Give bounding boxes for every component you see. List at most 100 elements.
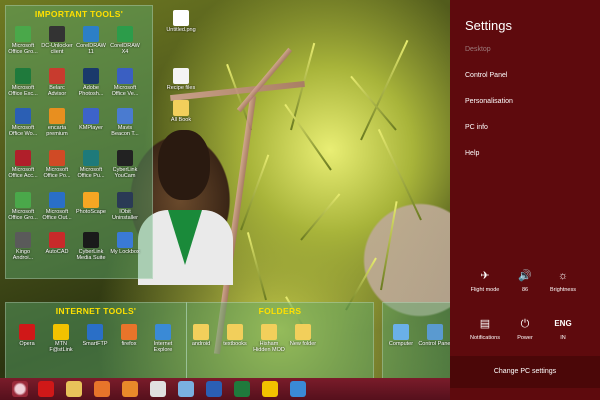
folder-icon[interactable]: textbooks (218, 324, 252, 347)
flight-mode-label: Flight mode (470, 287, 500, 293)
app-icon (83, 68, 99, 84)
desktop-icon-label: Untitled.png (166, 27, 196, 33)
desktop-icon[interactable]: CyberLink Media Suite (74, 232, 108, 261)
desktop-icon[interactable]: Microsoft Office Wo... (6, 108, 40, 137)
desktop-file-icon[interactable]: Untitled.png (164, 10, 198, 33)
word-icon[interactable] (206, 381, 222, 397)
app-icon (49, 26, 65, 42)
excel-icon[interactable] (234, 381, 250, 397)
app-icon (15, 192, 31, 208)
desktop-icon[interactable]: DC-Unlocker client (40, 26, 74, 55)
change-pc-settings-button[interactable]: Change PC settings (450, 356, 600, 388)
app-icon (117, 232, 133, 248)
app-icon (83, 108, 99, 124)
app-icon (87, 324, 103, 340)
internet-tool-icon[interactable]: Internet Explore (146, 324, 180, 353)
desktop-icon[interactable]: Microsoft Office Exc... (6, 68, 40, 97)
desktop-icon-label: Control Panel (418, 341, 452, 347)
desktop-icon[interactable]: Microsoft Office Pu... (74, 150, 108, 179)
media-player-icon[interactable] (94, 381, 110, 397)
sun-icon: ☼ (557, 270, 569, 282)
desktop-icon[interactable]: My Lockbox (108, 232, 142, 255)
power-label: Power (517, 335, 533, 341)
internet-tool-icon[interactable]: MTN F@stLink (44, 324, 78, 353)
app-icon (19, 324, 35, 340)
desktop-file-icon[interactable]: Recipe files (164, 68, 198, 91)
desktop-icon-label: Mavis Beacon T... (111, 125, 139, 137)
internet-tool-icon[interactable]: Opera (10, 324, 44, 347)
desktop-icon[interactable]: Mavis Beacon T... (108, 108, 142, 137)
desktop-icon[interactable]: CorelDRAW X4 (108, 26, 142, 55)
app-icon (393, 324, 409, 340)
app-icon (155, 324, 171, 340)
desktop-icon[interactable]: Microsoft Office Ve... (108, 68, 142, 97)
explorer-icon[interactable] (66, 381, 82, 397)
menu-personalisation[interactable]: Personalisation (465, 98, 513, 105)
app-icon (83, 26, 99, 42)
settings-title: Settings (465, 18, 512, 33)
notepad-icon[interactable] (178, 381, 194, 397)
chrome-icon[interactable] (150, 381, 166, 397)
taskbar (0, 378, 450, 400)
menu-desktop[interactable]: Desktop (465, 46, 491, 53)
picture-frame-line (236, 47, 293, 113)
utility-icon[interactable] (290, 381, 306, 397)
settings-charm-panel: Settings Desktop Control Panel Personali… (450, 0, 600, 400)
app-icon (15, 108, 31, 124)
desktop-icon[interactable]: AutoCAD (40, 232, 74, 255)
grass-blade (300, 193, 341, 241)
desktop-icon[interactable]: Belarc Advisor (40, 68, 74, 97)
folder-icon[interactable]: Hisham Hidden MOD (252, 324, 286, 353)
app-icon (15, 232, 31, 248)
internet-tools-title: INTERNET TOOLS' (55, 306, 137, 316)
system-icon[interactable]: Control Panel (418, 324, 452, 347)
desktop-icon-label: Adobe Photosh... (78, 85, 104, 97)
app-icon (117, 26, 133, 42)
folder-icon[interactable]: New folder (286, 324, 320, 347)
brightness-tile[interactable]: ☼ Brightness (538, 268, 588, 293)
language-tile[interactable]: ENG IN (538, 316, 588, 341)
desktop-icon[interactable]: CorelDRAW 11 (74, 26, 108, 55)
desktop-icon[interactable]: Microsoft Office Gro... (6, 192, 40, 221)
app-icon (173, 100, 189, 116)
desktop-icon-label: Hisham Hidden MOD (253, 341, 285, 353)
desktop-icon[interactable]: KMPlayer (74, 108, 108, 131)
desktop-icon[interactable]: CyberLink YouCam (108, 150, 142, 179)
desktop-icon-label: Microsoft Office Out... (42, 209, 72, 221)
desktop-icon-label: All Book (170, 117, 192, 123)
desktop-icon-label: Microsoft Office Gro... (8, 43, 38, 55)
menu-help[interactable]: Help (465, 150, 479, 157)
menu-pc-info[interactable]: PC info (465, 124, 488, 131)
desktop-icon[interactable]: Microsoft Office Gro... (6, 26, 40, 55)
brightness-label: Brightness (550, 287, 576, 293)
firefox-icon[interactable] (122, 381, 138, 397)
app-icon (117, 150, 133, 166)
internet-tool-icon[interactable]: firefox (112, 324, 146, 347)
important-tools-title: IMPORTANT TOOLS' (34, 9, 124, 19)
desktop-file-icon[interactable]: All Book (164, 100, 198, 123)
paint-icon[interactable] (262, 381, 278, 397)
opera-icon[interactable] (38, 381, 54, 397)
folder-icon[interactable]: android (184, 324, 218, 347)
app-icon (49, 150, 65, 166)
language-label: IN (560, 335, 566, 341)
app-icon (15, 26, 31, 42)
desktop-icon[interactable]: Microsoft Office Po... (40, 150, 74, 179)
desktop-icon-label: CyberLink YouCam (112, 167, 138, 179)
internet-tool-icon[interactable]: SmartFTP (78, 324, 112, 347)
menu-control-panel[interactable]: Control Panel (465, 72, 507, 79)
desktop-icon[interactable]: IObit Uninstaller (108, 192, 142, 221)
app-icon (121, 324, 137, 340)
desktop-icon-label: Microsoft Office Po... (43, 167, 71, 179)
desktop-icon[interactable]: Adobe Photosh... (74, 68, 108, 97)
app-icon (193, 324, 209, 340)
desktop-icon[interactable]: Microsoft Office Acc... (6, 150, 40, 179)
desktop-icon[interactable]: encarta premium (40, 108, 74, 137)
desktop-icon[interactable]: Kingo Androi... (6, 232, 40, 261)
app-icon (49, 108, 65, 124)
desktop-icon[interactable]: PhotoScape (74, 192, 108, 215)
system-icon[interactable]: Computer (384, 324, 418, 347)
desktop-icon[interactable]: Microsoft Office Out... (40, 192, 74, 221)
desktop-icon-label: DC-Unlocker client (41, 43, 73, 55)
windows-logo-icon (12, 381, 28, 397)
